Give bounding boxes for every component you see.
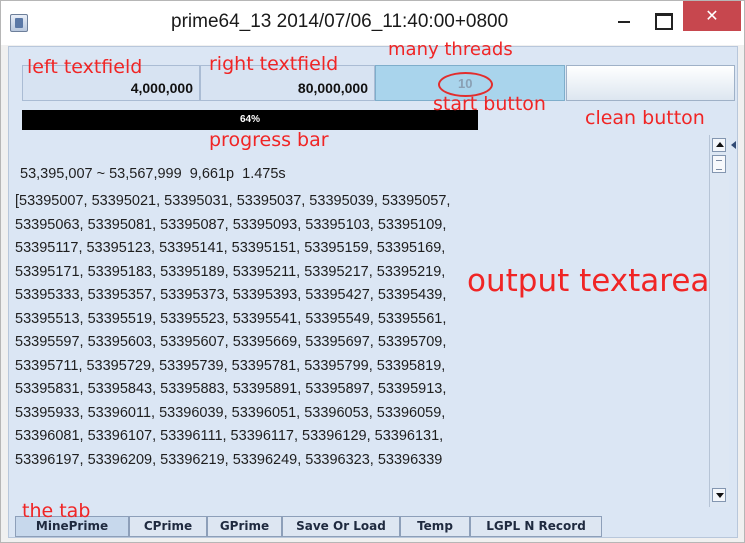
vertical-scrollbar[interactable] xyxy=(709,135,729,507)
output-line: 53395597, 53395603, 53395607, 53395669, … xyxy=(15,334,447,350)
annotation-many-threads: many threads xyxy=(388,39,513,60)
progress-text: 64% xyxy=(239,114,260,125)
output-summary: 53,395,007 ~ 53,567,999 9,661p 1.475s xyxy=(20,166,286,182)
tab-temp[interactable]: Temp xyxy=(400,516,470,537)
maximize-button[interactable] xyxy=(645,7,679,37)
tab-bar: MinePrime CPrime GPrime Save Or Load Tem… xyxy=(15,516,730,537)
output-textarea[interactable]: 53,395,007 ~ 53,567,999 9,661p 1.475s [5… xyxy=(14,135,709,507)
tab-gprime[interactable]: GPrime xyxy=(207,516,282,537)
output-line: 53395063, 53395081, 53395087, 53395093, … xyxy=(15,216,447,233)
output-line: 53395933, 53396011, 53396039, 53396051, … xyxy=(15,404,446,421)
output-line: 53395831, 53395843, 53395883, 53395891, … xyxy=(15,381,447,397)
output-line: 53395171, 53395183, 53395189, 53395211, … xyxy=(15,263,446,280)
output-line: 53396081, 53396107, 53396111, 53396117, … xyxy=(15,428,444,444)
close-button[interactable]: ✕ xyxy=(683,1,741,31)
annotation-right-textfield: right textfield xyxy=(209,53,339,75)
output-line: 53395711, 53395729, 53395739, 53395781, … xyxy=(15,357,446,374)
minimize-button[interactable] xyxy=(607,7,641,37)
app-window: prime64_13 2014/07/06_11:40:00+0800 ✕ 4,… xyxy=(0,0,745,543)
clean-button[interactable] xyxy=(566,65,735,101)
output-line: 53395117, 53395123, 53395141, 53395151, … xyxy=(15,240,446,256)
annotation-the-tab: the tab xyxy=(22,500,91,522)
annotation-output-textarea: output textarea xyxy=(467,263,710,299)
output-lines: [53395007, 53395021, 53395031, 53395037,… xyxy=(15,190,450,472)
annotation-progress-bar: progress bar xyxy=(209,129,329,151)
splitter-arrow-icon[interactable] xyxy=(731,139,739,157)
app-icon[interactable] xyxy=(10,14,28,32)
annotation-left-textfield: left textfield xyxy=(27,56,143,78)
annotation-clean-button: clean button xyxy=(585,107,705,129)
tab-cprime[interactable]: CPrime xyxy=(129,516,207,537)
scroll-down-icon[interactable] xyxy=(712,488,726,502)
tab-lgpl-n-record[interactable]: LGPL N Record xyxy=(470,516,602,537)
title-bar: prime64_13 2014/07/06_11:40:00+0800 ✕ xyxy=(1,1,744,45)
output-line: 53396197, 53396209, 53396219, 53396249, … xyxy=(15,451,443,468)
output-line: [53395007, 53395021, 53395031, 53395037,… xyxy=(15,193,451,209)
scroll-thumb[interactable] xyxy=(712,155,726,173)
window-title: prime64_13 2014/07/06_11:40:00+0800 xyxy=(171,11,509,32)
output-line: 53395333, 53395357, 53395373, 53395393, … xyxy=(15,287,447,303)
annotation-start-button: start button xyxy=(433,93,546,115)
output-line: 53395513, 53395519, 53395523, 53395541, … xyxy=(15,310,447,327)
scroll-up-icon[interactable] xyxy=(712,138,726,152)
tab-save-or-load[interactable]: Save Or Load xyxy=(282,516,400,537)
